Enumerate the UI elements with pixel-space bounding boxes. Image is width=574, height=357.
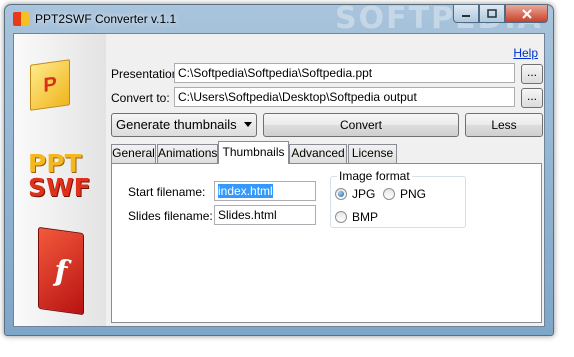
mode-dropdown-value: Generate thumbnails [116, 117, 237, 132]
less-button[interactable]: Less [465, 113, 543, 137]
ppt-swf-logo: PPT SWF [28, 151, 91, 202]
output-path-field[interactable]: C:\Users\Softpedia\Desktop\Softpedia out… [174, 87, 515, 107]
thumbnails-panel: Start filename: index.html Slides filena… [111, 163, 542, 323]
maximize-icon [487, 9, 497, 18]
title-bar[interactable]: PPT2SWF Converter v.1.1 SOFTPEDIA [5, 5, 553, 36]
ppt-book-icon: P [30, 59, 70, 111]
slides-filename-label: Slides filename: [128, 209, 213, 223]
presentation-browse-button[interactable]: ... [521, 64, 543, 84]
app-window: PPT2SWF Converter v.1.1 SOFTPEDIA P PPT … [4, 4, 554, 336]
start-filename-label: Start filename: [128, 185, 206, 199]
logo-panel: P PPT SWF f [14, 34, 106, 326]
close-button[interactable] [505, 5, 548, 23]
maximize-button[interactable] [479, 5, 505, 23]
bmp-radio-label: BMP [352, 210, 379, 224]
tab-advanced[interactable]: Advanced [289, 144, 347, 163]
start-filename-value: index.html [218, 184, 273, 198]
client-area: P PPT SWF f Help Presentation: C:\Softpe… [13, 33, 545, 327]
convert-button[interactable]: Convert [263, 113, 459, 137]
help-link[interactable]: Help [513, 46, 538, 60]
minimize-button[interactable] [453, 5, 479, 23]
tab-animations[interactable]: Animations [157, 144, 218, 163]
output-browse-button[interactable]: ... [521, 88, 543, 108]
app-icon [13, 12, 29, 26]
jpg-radio[interactable] [335, 188, 347, 200]
image-format-group: Image format JPG PNG BMP [330, 169, 466, 228]
tab-general[interactable]: General [111, 144, 156, 163]
bmp-radio[interactable] [335, 211, 347, 223]
mode-dropdown[interactable]: Generate thumbnails [111, 113, 257, 137]
start-filename-field[interactable]: index.html [214, 181, 316, 201]
chevron-down-icon [244, 122, 252, 127]
swf-logo-text: SWF [28, 173, 91, 202]
presentation-path-field[interactable]: C:\Softpedia\Softpedia\Softpedia.ppt [174, 63, 515, 83]
convert-to-label: Convert to: [111, 91, 170, 105]
png-radio-label: PNG [400, 187, 427, 201]
png-radio[interactable] [383, 188, 395, 200]
presentation-label: Presentation: [111, 67, 182, 81]
minimize-icon [462, 14, 470, 17]
tab-thumbnails[interactable]: Thumbnails [218, 141, 289, 164]
close-icon [521, 8, 532, 19]
p-letter: P [43, 72, 57, 97]
flash-letter: f [54, 252, 68, 290]
flash-book-icon: f [38, 226, 84, 316]
tab-license[interactable]: License [348, 144, 397, 163]
window-title: PPT2SWF Converter v.1.1 [35, 12, 177, 26]
image-format-title: Image format [337, 169, 412, 183]
jpg-radio-label: JPG [352, 187, 376, 201]
slides-filename-field[interactable]: Slides.html [214, 205, 316, 225]
